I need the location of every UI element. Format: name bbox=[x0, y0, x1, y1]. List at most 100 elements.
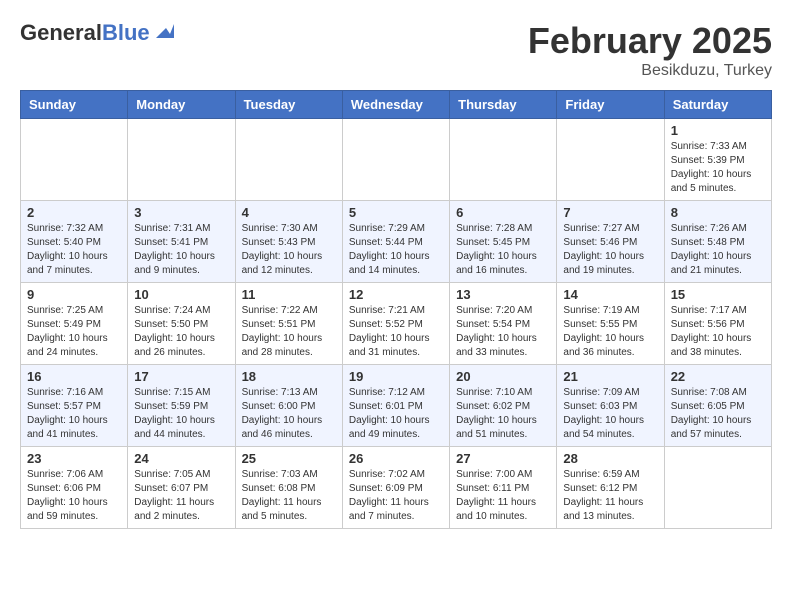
calendar-table: SundayMondayTuesdayWednesdayThursdayFrid… bbox=[20, 90, 772, 529]
calendar-day-cell: 13 Sunrise: 7:20 AM Sunset: 5:54 PM Dayli… bbox=[450, 283, 557, 365]
weekday-header-monday: Monday bbox=[128, 91, 235, 119]
day-number: 11 bbox=[242, 287, 336, 302]
day-info: Sunrise: 7:03 AM Sunset: 6:08 PM Dayligh… bbox=[242, 468, 336, 524]
calendar-day-cell: 27 Sunrise: 7:00 AM Sunset: 6:11 PM Dayli… bbox=[450, 447, 557, 529]
day-info: Sunrise: 7:06 AM Sunset: 6:06 PM Dayligh… bbox=[27, 468, 121, 524]
day-info: Sunrise: 7:20 AM Sunset: 5:54 PM Dayligh… bbox=[456, 304, 550, 360]
logo-blue: Blue bbox=[102, 20, 150, 45]
day-number: 1 bbox=[671, 123, 765, 138]
calendar-day-cell bbox=[450, 119, 557, 201]
calendar-day-cell: 21 Sunrise: 7:09 AM Sunset: 6:03 PM Dayli… bbox=[557, 365, 664, 447]
day-number: 28 bbox=[563, 451, 657, 466]
day-number: 23 bbox=[27, 451, 121, 466]
calendar-day-cell: 9 Sunrise: 7:25 AM Sunset: 5:49 PM Daylig… bbox=[21, 283, 128, 365]
page-header: GeneralBlue February 2025 Besikduzu, Tur… bbox=[20, 20, 772, 80]
day-number: 15 bbox=[671, 287, 765, 302]
calendar-day-cell: 4 Sunrise: 7:30 AM Sunset: 5:43 PM Daylig… bbox=[235, 201, 342, 283]
calendar-day-cell bbox=[664, 447, 771, 529]
weekday-header-thursday: Thursday bbox=[450, 91, 557, 119]
logo: GeneralBlue bbox=[20, 20, 174, 46]
calendar-day-cell: 7 Sunrise: 7:27 AM Sunset: 5:46 PM Daylig… bbox=[557, 201, 664, 283]
calendar-week-row: 1 Sunrise: 7:33 AM Sunset: 5:39 PM Daylig… bbox=[21, 119, 772, 201]
day-info: Sunrise: 7:05 AM Sunset: 6:07 PM Dayligh… bbox=[134, 468, 228, 524]
calendar-day-cell: 3Sunrise: 7:31 AM Sunset: 5:41 PM Daylig… bbox=[128, 201, 235, 283]
day-number: 20 bbox=[456, 369, 550, 384]
day-number: 18 bbox=[242, 369, 336, 384]
calendar-day-cell: 6 Sunrise: 7:28 AM Sunset: 5:45 PM Daylig… bbox=[450, 201, 557, 283]
calendar-day-cell: 20 Sunrise: 7:10 AM Sunset: 6:02 PM Dayli… bbox=[450, 365, 557, 447]
day-number: 5 bbox=[349, 205, 443, 220]
day-info: Sunrise: 7:10 AM Sunset: 6:02 PM Dayligh… bbox=[456, 386, 550, 442]
calendar-week-row: 9 Sunrise: 7:25 AM Sunset: 5:49 PM Daylig… bbox=[21, 283, 772, 365]
calendar-week-row: 2Sunrise: 7:32 AM Sunset: 5:40 PM Daylig… bbox=[21, 201, 772, 283]
day-info: Sunrise: 7:15 AM Sunset: 5:59 PM Dayligh… bbox=[134, 386, 228, 442]
day-number: 12 bbox=[349, 287, 443, 302]
calendar-day-cell: 26 Sunrise: 7:02 AM Sunset: 6:09 PM Dayli… bbox=[342, 447, 449, 529]
day-info: Sunrise: 7:17 AM Sunset: 5:56 PM Dayligh… bbox=[671, 304, 765, 360]
day-number: 26 bbox=[349, 451, 443, 466]
day-number: 21 bbox=[563, 369, 657, 384]
calendar-day-cell bbox=[557, 119, 664, 201]
day-number: 19 bbox=[349, 369, 443, 384]
calendar-day-cell bbox=[342, 119, 449, 201]
calendar-day-cell: 1 Sunrise: 7:33 AM Sunset: 5:39 PM Daylig… bbox=[664, 119, 771, 201]
day-info: Sunrise: 7:28 AM Sunset: 5:45 PM Dayligh… bbox=[456, 222, 550, 278]
calendar-day-cell: 22 Sunrise: 7:08 AM Sunset: 6:05 PM Dayli… bbox=[664, 365, 771, 447]
calendar-day-cell: 11 Sunrise: 7:22 AM Sunset: 5:51 PM Dayli… bbox=[235, 283, 342, 365]
calendar-week-row: 16 Sunrise: 7:16 AM Sunset: 5:57 PM Dayli… bbox=[21, 365, 772, 447]
day-info: Sunrise: 7:29 AM Sunset: 5:44 PM Dayligh… bbox=[349, 222, 443, 278]
calendar-day-cell: 12 Sunrise: 7:21 AM Sunset: 5:52 PM Dayli… bbox=[342, 283, 449, 365]
calendar-day-cell: 2Sunrise: 7:32 AM Sunset: 5:40 PM Daylig… bbox=[21, 201, 128, 283]
calendar-day-cell: 25 Sunrise: 7:03 AM Sunset: 6:08 PM Dayli… bbox=[235, 447, 342, 529]
weekday-header-friday: Friday bbox=[557, 91, 664, 119]
calendar-day-cell: 24Sunrise: 7:05 AM Sunset: 6:07 PM Dayli… bbox=[128, 447, 235, 529]
month-title: February 2025 bbox=[528, 20, 772, 62]
location: Besikduzu, Turkey bbox=[528, 62, 772, 80]
day-info: Sunrise: 7:26 AM Sunset: 5:48 PM Dayligh… bbox=[671, 222, 765, 278]
day-info: Sunrise: 7:02 AM Sunset: 6:09 PM Dayligh… bbox=[349, 468, 443, 524]
day-number: 13 bbox=[456, 287, 550, 302]
weekday-header-tuesday: Tuesday bbox=[235, 91, 342, 119]
day-info: Sunrise: 7:16 AM Sunset: 5:57 PM Dayligh… bbox=[27, 386, 121, 442]
day-info: Sunrise: 7:12 AM Sunset: 6:01 PM Dayligh… bbox=[349, 386, 443, 442]
weekday-header-saturday: Saturday bbox=[664, 91, 771, 119]
calendar-day-cell: 15 Sunrise: 7:17 AM Sunset: 5:56 PM Dayli… bbox=[664, 283, 771, 365]
calendar-day-cell: 10 Sunrise: 7:24 AM Sunset: 5:50 PM Dayli… bbox=[128, 283, 235, 365]
day-info: Sunrise: 7:25 AM Sunset: 5:49 PM Dayligh… bbox=[27, 304, 121, 360]
calendar-day-cell bbox=[21, 119, 128, 201]
day-number: 4 bbox=[242, 205, 336, 220]
day-info: Sunrise: 7:21 AM Sunset: 5:52 PM Dayligh… bbox=[349, 304, 443, 360]
day-number: 7 bbox=[563, 205, 657, 220]
logo-text: GeneralBlue bbox=[20, 20, 150, 46]
logo-general: General bbox=[20, 20, 102, 45]
day-info: Sunrise: 7:22 AM Sunset: 5:51 PM Dayligh… bbox=[242, 304, 336, 360]
weekday-header-row: SundayMondayTuesdayWednesdayThursdayFrid… bbox=[21, 91, 772, 119]
day-info: Sunrise: 7:30 AM Sunset: 5:43 PM Dayligh… bbox=[242, 222, 336, 278]
calendar-week-row: 23 Sunrise: 7:06 AM Sunset: 6:06 PM Dayli… bbox=[21, 447, 772, 529]
calendar-day-cell: 8Sunrise: 7:26 AM Sunset: 5:48 PM Daylig… bbox=[664, 201, 771, 283]
day-info: Sunrise: 7:08 AM Sunset: 6:05 PM Dayligh… bbox=[671, 386, 765, 442]
day-info: Sunrise: 7:33 AM Sunset: 5:39 PM Dayligh… bbox=[671, 140, 765, 196]
day-info: Sunrise: 7:31 AM Sunset: 5:41 PM Dayligh… bbox=[134, 222, 228, 278]
calendar-day-cell bbox=[128, 119, 235, 201]
day-number: 2 bbox=[27, 205, 121, 220]
calendar-day-cell: 17Sunrise: 7:15 AM Sunset: 5:59 PM Dayli… bbox=[128, 365, 235, 447]
day-info: Sunrise: 7:24 AM Sunset: 5:50 PM Dayligh… bbox=[134, 304, 228, 360]
day-number: 14 bbox=[563, 287, 657, 302]
day-number: 9 bbox=[27, 287, 121, 302]
day-number: 6 bbox=[456, 205, 550, 220]
calendar-day-cell: 18Sunrise: 7:13 AM Sunset: 6:00 PM Dayli… bbox=[235, 365, 342, 447]
day-number: 16 bbox=[27, 369, 121, 384]
calendar-day-cell: 19 Sunrise: 7:12 AM Sunset: 6:01 PM Dayli… bbox=[342, 365, 449, 447]
calendar-day-cell: 23 Sunrise: 7:06 AM Sunset: 6:06 PM Dayli… bbox=[21, 447, 128, 529]
day-number: 25 bbox=[242, 451, 336, 466]
day-info: Sunrise: 7:27 AM Sunset: 5:46 PM Dayligh… bbox=[563, 222, 657, 278]
day-number: 10 bbox=[134, 287, 228, 302]
title-block: February 2025 Besikduzu, Turkey bbox=[528, 20, 772, 80]
day-number: 27 bbox=[456, 451, 550, 466]
day-info: Sunrise: 7:09 AM Sunset: 6:03 PM Dayligh… bbox=[563, 386, 657, 442]
day-info: Sunrise: 7:00 AM Sunset: 6:11 PM Dayligh… bbox=[456, 468, 550, 524]
calendar-day-cell: 28Sunrise: 6:59 AM Sunset: 6:12 PM Dayli… bbox=[557, 447, 664, 529]
day-number: 22 bbox=[671, 369, 765, 384]
weekday-header-sunday: Sunday bbox=[21, 91, 128, 119]
